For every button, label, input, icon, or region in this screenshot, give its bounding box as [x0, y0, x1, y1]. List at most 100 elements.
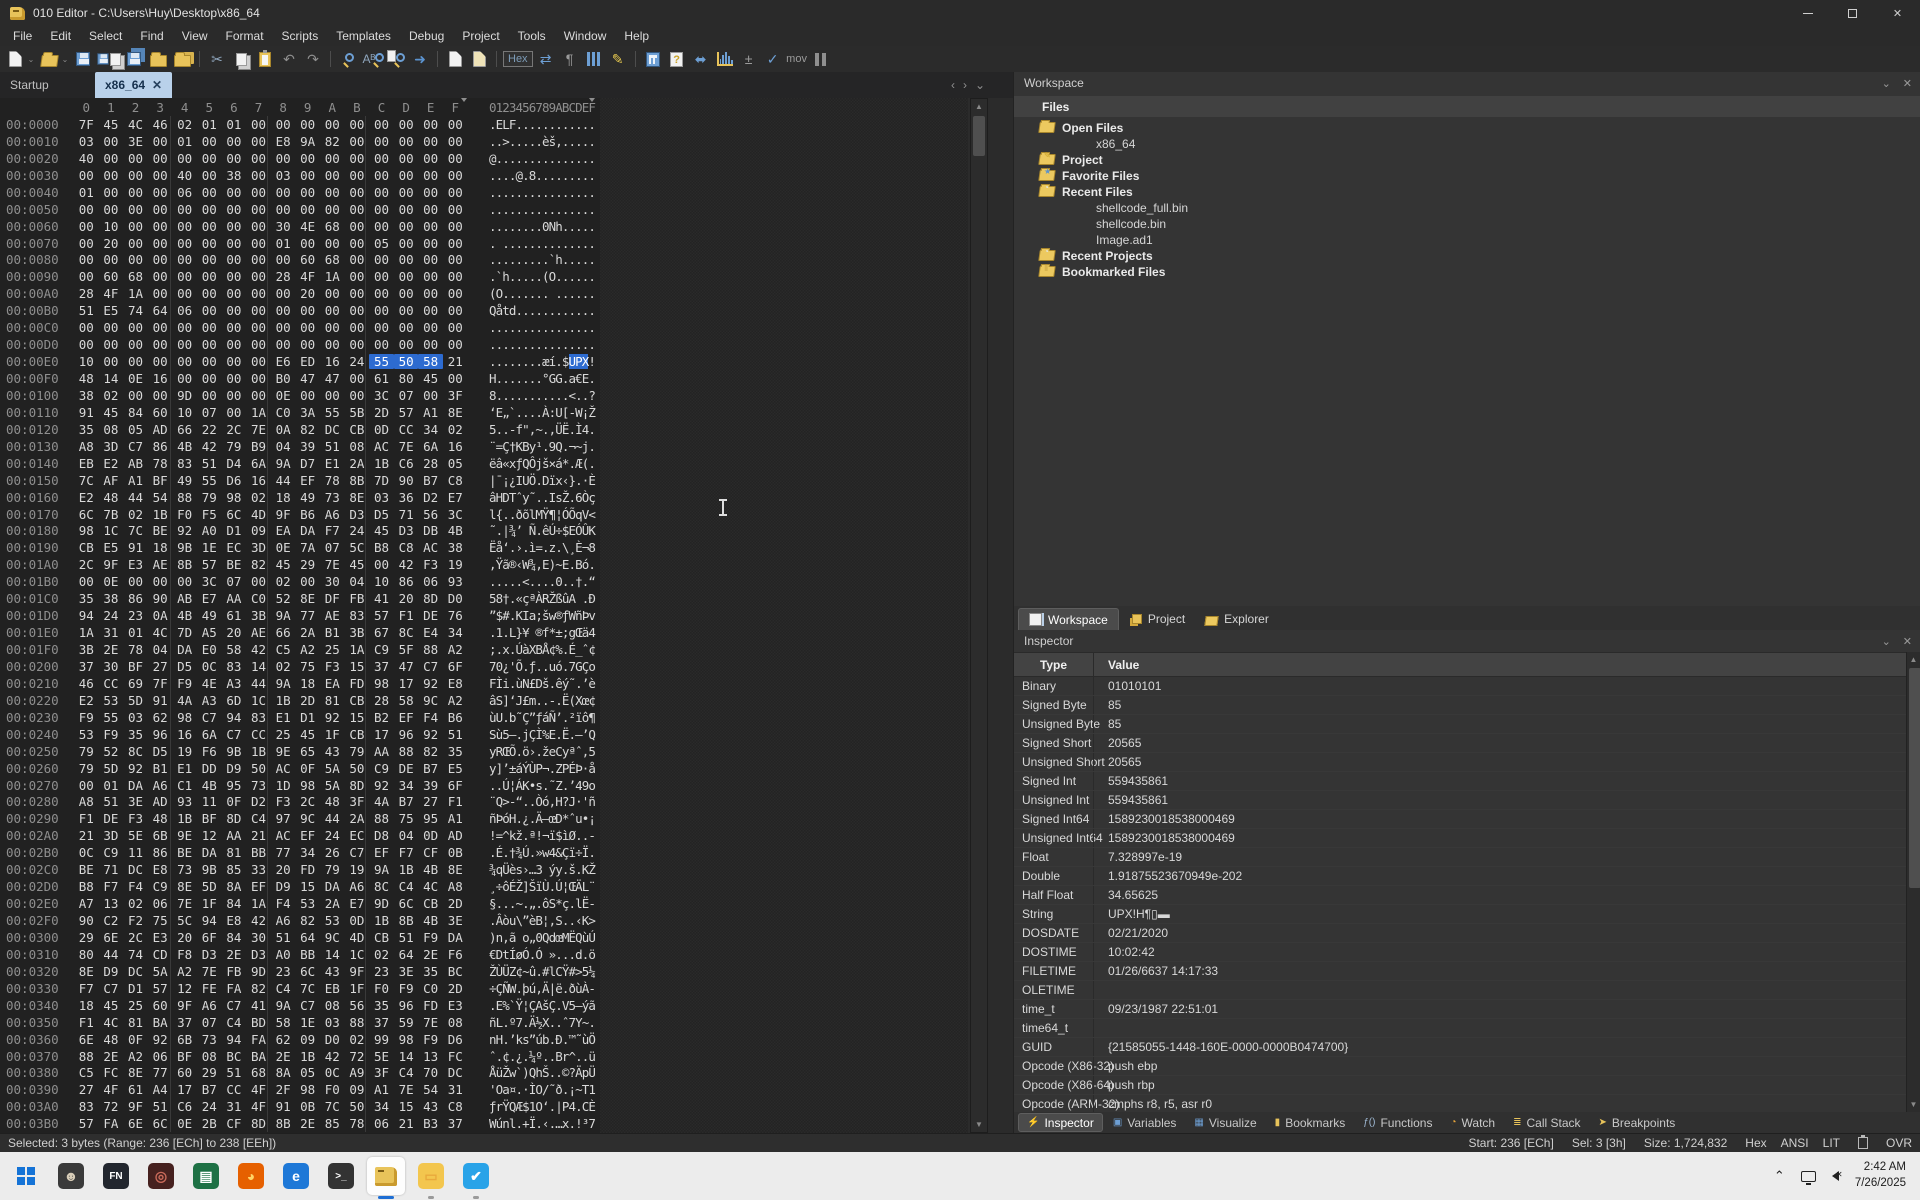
- hex-byte[interactable]: 47: [320, 371, 345, 386]
- hex-byte[interactable]: 0C: [320, 1065, 345, 1080]
- hex-byte[interactable]: 00: [246, 286, 271, 301]
- hex-byte[interactable]: 0B: [295, 1099, 320, 1114]
- hex-byte[interactable]: C8: [443, 1099, 468, 1114]
- hex-byte[interactable]: 15: [295, 879, 320, 894]
- hex-byte[interactable]: 88: [172, 490, 197, 505]
- hex-byte[interactable]: 79: [197, 490, 222, 505]
- ascii-text[interactable]: ùU.b˜Ç”ƒáÑ’.²ïô¶: [489, 710, 595, 725]
- inspector-row-string[interactable]: StringUPX!H¶▯▬: [1014, 905, 1906, 924]
- hex-byte[interactable]: 64: [148, 303, 173, 318]
- hex-byte[interactable]: DA: [123, 778, 148, 793]
- hex-byte[interactable]: 8C: [123, 744, 148, 759]
- hex-byte[interactable]: 2D: [443, 981, 468, 996]
- hex-byte[interactable]: 5D: [123, 693, 148, 708]
- hex-byte[interactable]: AC: [369, 439, 394, 454]
- hex-byte[interactable]: E8: [222, 913, 247, 928]
- hex-byte[interactable]: 18: [74, 998, 99, 1013]
- hex-byte[interactable]: 8D: [418, 591, 443, 606]
- hex-byte[interactable]: 79: [222, 439, 247, 454]
- hex-byte[interactable]: 90: [74, 913, 99, 928]
- ascii-text[interactable]: Qåtd............: [489, 303, 595, 318]
- ascii-text[interactable]: 58†.«çªÀRŽßûA .Ð: [489, 591, 595, 606]
- hex-byte[interactable]: 00: [394, 236, 419, 251]
- hex-byte[interactable]: 00: [443, 151, 468, 166]
- hex-byte[interactable]: 00: [197, 337, 222, 352]
- hex-byte[interactable]: 51: [271, 930, 296, 945]
- files-section-header[interactable]: Files: [1014, 96, 1920, 117]
- hex-byte[interactable]: 9E: [172, 828, 197, 843]
- hex-byte[interactable]: CB: [345, 422, 370, 437]
- hex-byte[interactable]: EB: [320, 981, 345, 996]
- hex-byte[interactable]: 8C: [369, 879, 394, 894]
- ascii-text[interactable]: )n,ã o„0QdœMËQùÚ: [489, 930, 595, 945]
- hex-byte[interactable]: 00: [418, 236, 443, 251]
- hex-byte[interactable]: EC: [345, 828, 370, 843]
- hex-byte[interactable]: E0: [197, 642, 222, 657]
- hex-byte[interactable]: 8E: [443, 405, 468, 420]
- hex-byte[interactable]: 00: [99, 168, 124, 183]
- hex-byte[interactable]: A2: [443, 642, 468, 657]
- hex-byte[interactable]: 4C: [418, 879, 443, 894]
- hex-byte[interactable]: 00: [123, 574, 148, 589]
- ascii-text[interactable]: Sù5–.jÇÌ%E.Ë.–’Q: [489, 727, 595, 742]
- hex-byte[interactable]: 74: [123, 947, 148, 962]
- hex-byte[interactable]: 82: [295, 422, 320, 437]
- hex-byte[interactable]: 37: [74, 659, 99, 674]
- hex-byte[interactable]: 88: [394, 744, 419, 759]
- hex-byte[interactable]: FC: [99, 1065, 124, 1080]
- hex-byte[interactable]: B6: [443, 710, 468, 725]
- hex-byte[interactable]: 00: [295, 236, 320, 251]
- hex-byte[interactable]: 00: [369, 168, 394, 183]
- hex-byte[interactable]: 6A: [418, 439, 443, 454]
- hex-byte[interactable]: 4F: [246, 1082, 271, 1097]
- hex-byte[interactable]: AA: [369, 744, 394, 759]
- ascii-text[interactable]: ¾qÜès›…3 ýy.š.KŽ: [489, 862, 595, 877]
- hex-byte[interactable]: 00: [369, 252, 394, 267]
- hex-byte[interactable]: 00: [222, 388, 247, 403]
- hex-byte[interactable]: EF: [394, 710, 419, 725]
- hex-byte[interactable]: 00: [123, 252, 148, 267]
- ascii-text[interactable]: ................: [489, 320, 595, 335]
- hex-byte[interactable]: 66: [271, 625, 296, 640]
- inspector-row-half-float[interactable]: Half Float34.65625: [1014, 886, 1906, 905]
- hex-byte[interactable]: 30: [271, 219, 296, 234]
- hex-byte[interactable]: CB: [418, 896, 443, 911]
- hex-byte[interactable]: AE: [148, 557, 173, 572]
- tree-item-recent-files[interactable]: ◔Recent Files: [1014, 184, 1920, 200]
- hex-byte[interactable]: 3F: [443, 388, 468, 403]
- hex-byte[interactable]: 9E: [271, 744, 296, 759]
- hex-byte[interactable]: 91: [74, 405, 99, 420]
- hex-byte[interactable]: A2: [172, 964, 197, 979]
- hex-byte[interactable]: 2D: [369, 405, 394, 420]
- hex-byte[interactable]: 20: [99, 236, 124, 251]
- ascii-text[interactable]: FÌi.ùN£Dš.êý˜.’è: [489, 676, 595, 691]
- taskbar-app-terminal[interactable]: >_: [322, 1157, 360, 1195]
- hex-byte[interactable]: D9: [271, 879, 296, 894]
- hex-byte[interactable]: C8: [394, 540, 419, 555]
- hex-byte[interactable]: BE: [148, 523, 173, 538]
- hex-byte[interactable]: 17: [369, 727, 394, 742]
- hex-byte[interactable]: 34: [369, 1099, 394, 1114]
- inspector-scroll-down-icon[interactable]: ▼: [1907, 1097, 1920, 1112]
- hex-byte[interactable]: 4B: [418, 913, 443, 928]
- hex-byte[interactable]: 35: [74, 591, 99, 606]
- hex-byte[interactable]: 2E: [271, 1049, 296, 1064]
- undo-button[interactable]: ↶: [278, 48, 300, 70]
- hex-byte[interactable]: CF: [418, 845, 443, 860]
- hex-byte[interactable]: 30: [99, 659, 124, 674]
- hex-byte[interactable]: 5A: [320, 761, 345, 776]
- hex-byte[interactable]: F9: [418, 1032, 443, 1047]
- inspector-row-binary[interactable]: Binary01010101: [1014, 677, 1906, 696]
- hex-byte[interactable]: CC: [394, 422, 419, 437]
- hex-byte[interactable]: 78: [345, 1116, 370, 1131]
- tree-item-favorite-files[interactable]: ★Favorite Files: [1014, 168, 1920, 184]
- hex-byte[interactable]: 7C: [295, 981, 320, 996]
- hex-byte[interactable]: 9F: [123, 1099, 148, 1114]
- hex-byte[interactable]: 11: [123, 845, 148, 860]
- hex-byte[interactable]: 55: [197, 473, 222, 488]
- hex-byte[interactable]: DA: [172, 642, 197, 657]
- hex-byte[interactable]: A8: [443, 879, 468, 894]
- hex-byte[interactable]: 00: [172, 151, 197, 166]
- hex-byte[interactable]: 44: [320, 811, 345, 826]
- inspector-row-dostime[interactable]: DOSTIME10:02:42: [1014, 943, 1906, 962]
